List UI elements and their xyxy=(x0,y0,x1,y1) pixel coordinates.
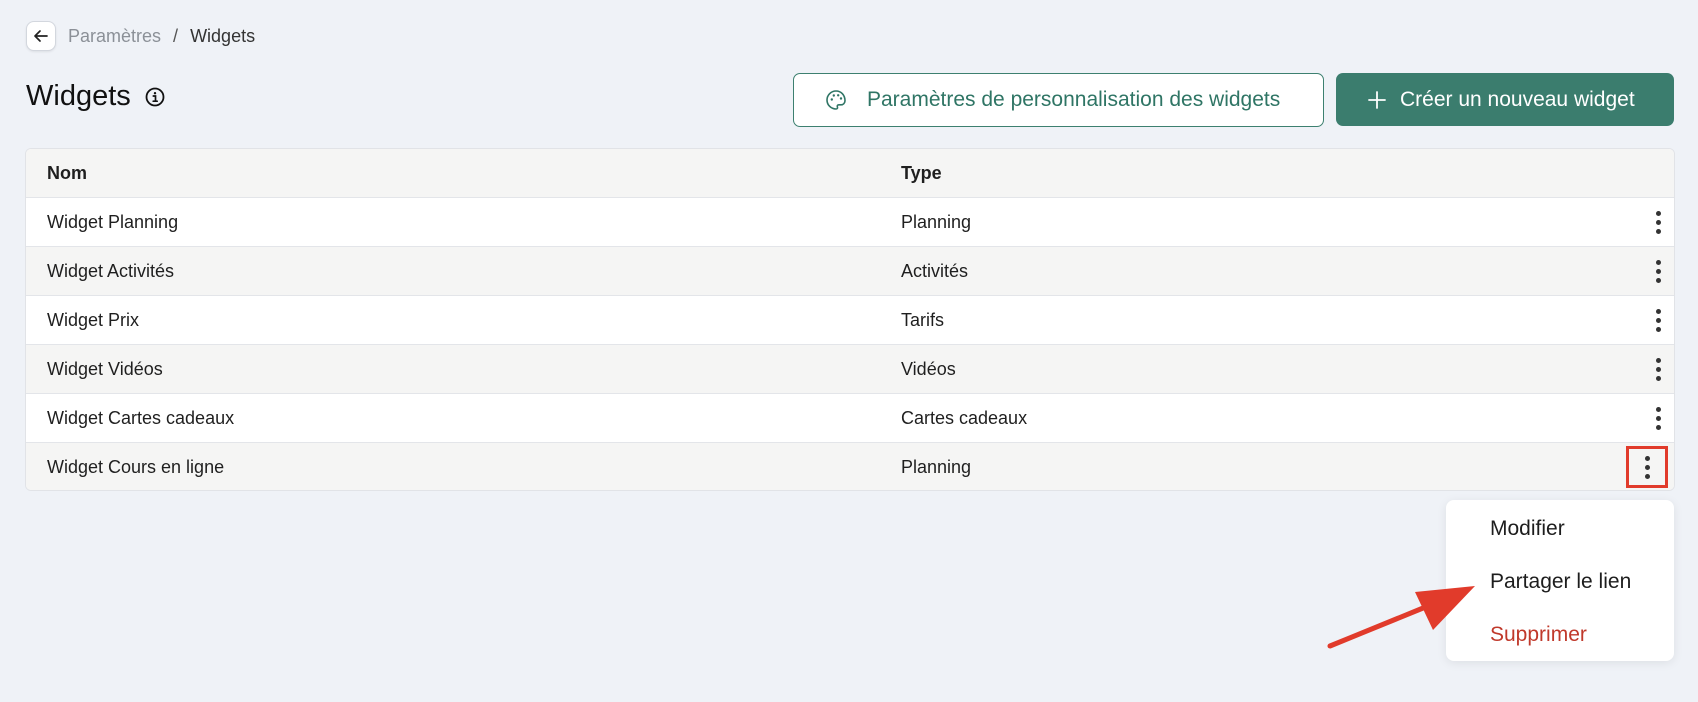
breadcrumb-separator: / xyxy=(173,25,179,46)
menu-item-edit[interactable]: Modifier xyxy=(1490,517,1565,541)
palette-icon xyxy=(825,89,847,111)
menu-item-share-link[interactable]: Partager le lien xyxy=(1490,570,1631,594)
widget-name: Widget Cours en ligne xyxy=(47,457,225,477)
widget-type: Planning xyxy=(901,211,972,232)
widget-name: Widget Cartes cadeaux xyxy=(47,407,235,428)
table-row[interactable]: Widget Vidéos Vidéos xyxy=(26,345,1674,394)
table-header-row: Nom Type xyxy=(26,149,1674,198)
kebab-menu-icon[interactable] xyxy=(1644,404,1672,432)
kebab-menu-icon[interactable] xyxy=(1644,306,1672,334)
arrow-left-icon xyxy=(34,30,48,42)
table-row[interactable]: Widget Prix Tarifs xyxy=(26,296,1674,345)
page-title: Widgets xyxy=(26,80,131,112)
column-header-name: Nom xyxy=(47,162,87,183)
kebab-menu-icon[interactable] xyxy=(1626,446,1668,488)
widget-name: Widget Planning xyxy=(47,211,179,232)
widget-type: Vidéos xyxy=(901,358,956,379)
back-button[interactable] xyxy=(26,21,56,51)
kebab-menu-icon[interactable] xyxy=(1644,257,1672,285)
widget-type: Activités xyxy=(901,260,969,281)
widget-customization-button[interactable]: Paramètres de personnalisation des widge… xyxy=(793,73,1324,127)
widget-type: Planning xyxy=(901,457,972,477)
breadcrumb-current: Widgets xyxy=(190,25,256,46)
table-row[interactable]: Widget Cartes cadeaux Cartes cadeaux xyxy=(26,394,1674,443)
widget-name: Widget Vidéos xyxy=(47,358,163,379)
kebab-menu-icon[interactable] xyxy=(1644,355,1672,383)
create-widget-label: Créer un nouveau widget xyxy=(1400,87,1635,111)
table-row[interactable]: Widget Planning Planning xyxy=(26,198,1674,247)
info-circle-icon[interactable] xyxy=(145,87,165,107)
breadcrumb-parent-link[interactable]: Paramètres xyxy=(68,26,161,47)
column-header-type: Type xyxy=(901,162,942,183)
breadcrumb: Paramètres / Widgets xyxy=(26,20,255,52)
widget-type: Tarifs xyxy=(901,309,945,330)
widget-type: Cartes cadeaux xyxy=(901,407,1028,428)
annotation-arrow-icon xyxy=(1327,586,1475,649)
widget-customization-label: Paramètres de personnalisation des widge… xyxy=(867,88,1281,111)
widgets-table: Nom Type Widget Planning Planning Widget… xyxy=(25,148,1675,491)
table-row[interactable]: Widget Cours en ligne Planning xyxy=(26,443,1674,490)
row-actions-menu: Modifier Partager le lien Supprimer xyxy=(1446,500,1674,661)
table-row[interactable]: Widget Activités Activités xyxy=(26,247,1674,296)
create-widget-button[interactable]: Créer un nouveau widget xyxy=(1336,73,1674,126)
widget-name: Widget Prix xyxy=(47,309,140,330)
kebab-menu-icon[interactable] xyxy=(1644,208,1672,236)
menu-item-delete[interactable]: Supprimer xyxy=(1490,623,1587,647)
plus-icon xyxy=(1367,90,1387,110)
widget-name: Widget Activités xyxy=(47,260,175,281)
page-title-wrapper: Widgets xyxy=(26,80,165,113)
